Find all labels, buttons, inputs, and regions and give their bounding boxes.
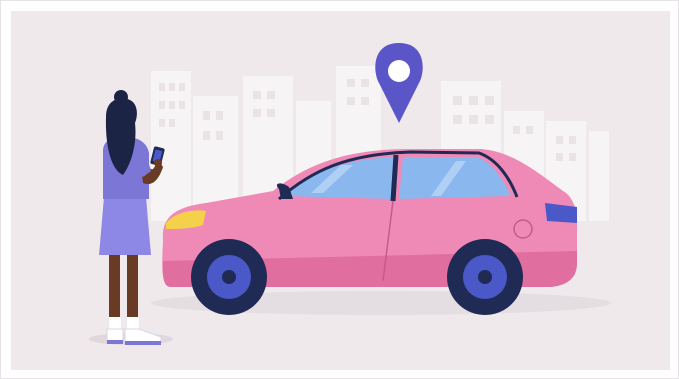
image-frame [0, 0, 679, 379]
person-skirt [99, 197, 151, 255]
building [589, 131, 609, 221]
illustration-scene [11, 11, 670, 370]
map-pin-icon [375, 43, 423, 123]
car-rear-wheel [447, 239, 523, 315]
person-right-leg [127, 249, 138, 323]
car-front-wheel [191, 239, 267, 315]
building [151, 71, 191, 221]
person-left-leg [109, 249, 120, 323]
scene-svg [89, 43, 611, 345]
